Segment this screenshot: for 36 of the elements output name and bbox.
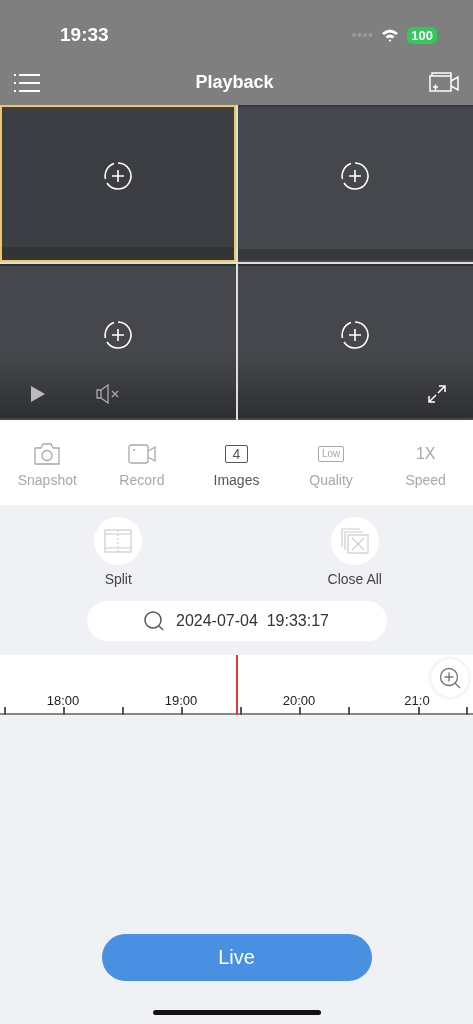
date-search-field[interactable]: 2024-07-04 19:33:17 [86, 601, 387, 641]
toolbar-button[interactable]: 4 Images [189, 420, 284, 505]
fullscreen-icon[interactable] [427, 384, 447, 404]
add-icon[interactable] [341, 320, 370, 349]
play-icon[interactable] [30, 385, 46, 403]
camera-icon [34, 443, 61, 465]
video-cell[interactable] [0, 263, 236, 420]
menu-icon[interactable] [14, 72, 40, 93]
status-time: 19:33 [60, 24, 109, 46]
add-icon[interactable] [341, 162, 370, 191]
zoom-in-icon [439, 667, 461, 689]
video-camera-icon [127, 444, 156, 464]
wifi-icon [381, 28, 400, 42]
video-cell[interactable] [237, 105, 473, 262]
timeline[interactable]: 18:00 19:00 20:00 21:0 [0, 655, 473, 715]
add-icon[interactable] [103, 162, 132, 191]
video-cell[interactable] [0, 105, 236, 262]
split-count-icon: 4 [224, 445, 249, 463]
time-label: 20:00 [282, 693, 316, 708]
page-title: Playback [195, 72, 274, 93]
add-icon[interactable] [103, 320, 132, 349]
zoom-in-button[interactable] [431, 659, 469, 697]
signal-icon [351, 32, 374, 38]
close-windows-icon [340, 528, 369, 554]
split-icon [104, 529, 133, 553]
speed-value: 1X [415, 445, 436, 463]
time-label: 21:0 [404, 693, 430, 708]
time-label: 18:00 [46, 693, 80, 708]
video-cell[interactable] [237, 263, 473, 420]
time-label: 19:00 [164, 693, 198, 708]
add-camera-icon[interactable] [429, 71, 459, 94]
quality-icon: Low [317, 446, 345, 462]
search-icon [144, 611, 164, 631]
action-button[interactable]: Close All [294, 517, 415, 587]
battery-badge: 100 [407, 26, 437, 44]
action-button[interactable]: Split [58, 517, 179, 587]
